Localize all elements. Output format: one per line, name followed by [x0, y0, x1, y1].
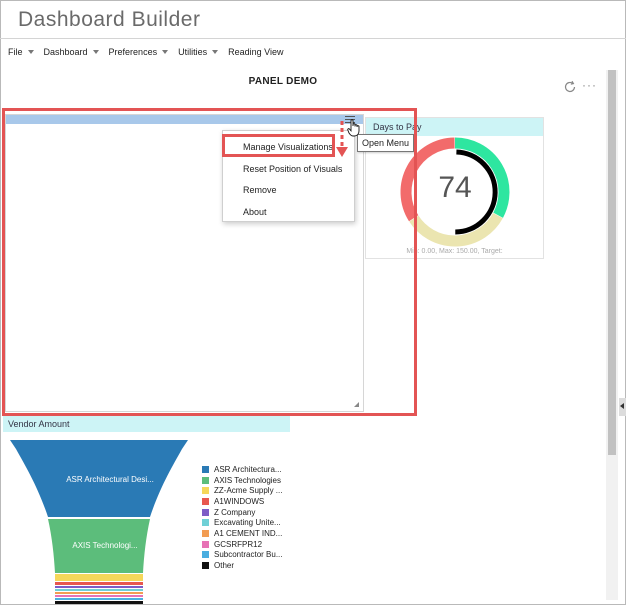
funnel-segment-zz-acme [55, 574, 143, 581]
open-menu-tooltip: Open Menu [357, 134, 415, 152]
legend-item[interactable]: Z Company [202, 507, 282, 518]
legend-item[interactable]: Subcontractor Bu... [202, 550, 282, 561]
chevron-down-icon [92, 50, 99, 54]
chevron-down-icon [212, 50, 219, 54]
legend-label: Excavating Unite... [214, 518, 281, 528]
funnel-segment-other [55, 601, 143, 604]
funnel-segment-gcsrfpr12 [55, 595, 143, 597]
gauge-value: 74 [438, 171, 472, 204]
legend-swatch [202, 551, 209, 559]
menu-dashboard-label: Dashboard [43, 47, 88, 57]
chevron-left-icon [620, 403, 624, 409]
chevron-down-icon [162, 50, 169, 54]
app-title: Dashboard Builder [18, 8, 201, 31]
menu-file-label: File [8, 47, 23, 57]
funnel-label-axis: AXIS Technologi... [72, 541, 138, 550]
legend-item[interactable]: Other [202, 560, 282, 571]
menu-item-about[interactable]: About [243, 207, 267, 217]
legend-label: A1 CEMENT IND... [214, 528, 283, 538]
legend-label: Z Company [214, 507, 256, 517]
vendor-funnel-chart [10, 440, 188, 604]
legend-label: ZZ-Acme Supply ... [214, 486, 283, 496]
legend-item[interactable]: ZZ-Acme Supply ... [202, 485, 282, 496]
hand-cursor-icon [347, 119, 360, 137]
scrollbar-thumb[interactable] [608, 70, 616, 455]
vendor-legend: ASR Architectura... AXIS Technologies ZZ… [202, 464, 282, 571]
legend-label: AXIS Technologies [214, 475, 282, 485]
vendor-panel-title: Vendor Amount [3, 416, 290, 432]
legend-item[interactable]: A1 CEMENT IND... [202, 528, 282, 539]
legend-swatch [202, 508, 209, 516]
legend-item[interactable]: Excavating Unite... [202, 517, 282, 528]
more-icon[interactable]: ··· [582, 79, 597, 91]
menu-reading-view[interactable]: Reading View [228, 47, 283, 57]
funnel-segment-subcontractor [55, 598, 143, 600]
funnel-segment-excavating [55, 589, 143, 591]
hamburger-line [345, 116, 355, 117]
legend-swatch [202, 476, 209, 484]
legend-swatch [202, 487, 209, 495]
menu-item-reset-position[interactable]: Reset Position of Visuals [243, 164, 342, 174]
chevron-down-icon [27, 50, 34, 54]
menu-reading-view-label: Reading View [228, 47, 284, 57]
menu-dashboard[interactable]: Dashboard [44, 47, 99, 57]
page-title: PANEL DEMO [248, 76, 318, 87]
funnel-label-asr: ASR Architectural Desi... [66, 475, 154, 484]
menu-file[interactable]: File [8, 47, 34, 57]
legend-swatch [202, 562, 209, 570]
menu-utilities-label: Utilities [178, 47, 208, 57]
legend-item[interactable]: AXIS Technologies [202, 475, 282, 486]
legend-swatch [202, 540, 209, 548]
legend-item[interactable]: A1WINDOWS [202, 496, 282, 507]
title-divider [0, 38, 626, 39]
menu-item-manage-visualizations[interactable]: Manage Visualizations [243, 142, 333, 152]
legend-swatch [202, 497, 209, 505]
legend-label: A1WINDOWS [214, 496, 265, 506]
menu-utilities[interactable]: Utilities [178, 47, 219, 57]
funnel-segment-a1-cement [55, 592, 143, 594]
menu-preferences-label: Preferences [108, 47, 158, 57]
legend-label: GCSRFPR12 [214, 539, 263, 549]
legend-swatch [202, 465, 209, 473]
legend-label: Subcontractor Bu... [214, 550, 283, 560]
gauge-caption: Min: 0.00, Max: 150.00, Target: [406, 248, 503, 255]
funnel-segment-z-company [55, 586, 143, 588]
legend-label: Other [214, 561, 235, 571]
refresh-icon[interactable] [563, 80, 577, 94]
legend-swatch [202, 519, 209, 527]
legend-swatch [202, 529, 209, 537]
legend-item[interactable]: ASR Architectura... [202, 464, 282, 475]
funnel-segment-a1windows [55, 582, 143, 585]
menu-bar: File Dashboard Preferences Utilities Rea… [8, 47, 283, 57]
empty-panel-header[interactable] [6, 115, 363, 124]
legend-item[interactable]: GCSRFPR12 [202, 539, 282, 550]
menu-preferences[interactable]: Preferences [109, 47, 169, 57]
resize-grip-icon[interactable] [354, 402, 359, 407]
menu-item-remove[interactable]: Remove [243, 185, 277, 195]
legend-label: ASR Architectura... [214, 464, 282, 474]
